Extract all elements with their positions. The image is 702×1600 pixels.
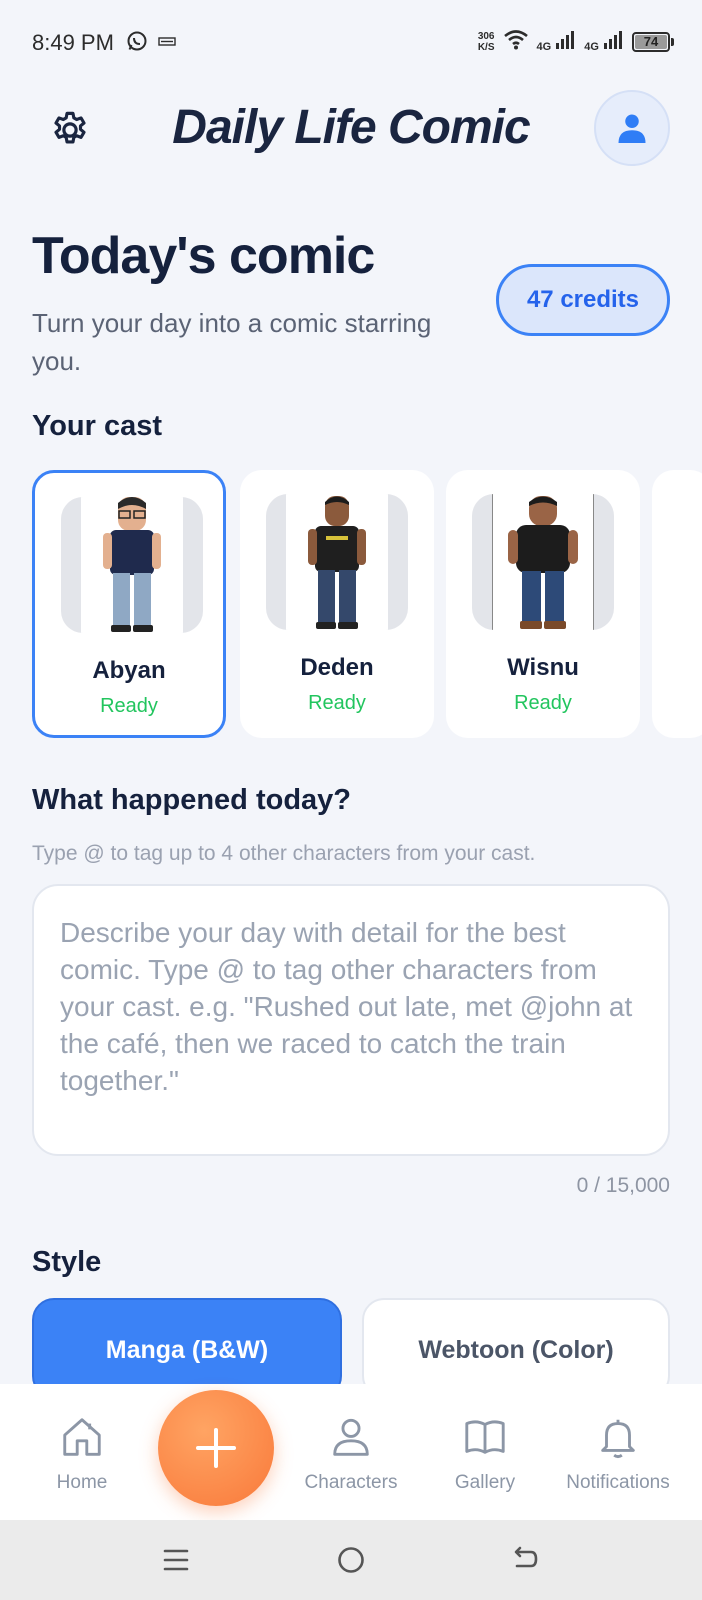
nav-label: Gallery xyxy=(454,1472,516,1493)
home-icon xyxy=(63,1418,101,1456)
signal-1: 4G xyxy=(537,30,577,53)
user-icon xyxy=(618,114,646,143)
nav-item-characters[interactable]: Characters xyxy=(286,1414,416,1494)
network-speed: 306 K/S xyxy=(478,31,495,53)
style-option-manga[interactable]: Manga (B&W) xyxy=(32,1298,342,1398)
character-avatar xyxy=(61,497,203,633)
network-type-2: 4G xyxy=(584,41,599,53)
system-nav-bar xyxy=(0,1520,702,1600)
cast-status: Ready xyxy=(514,692,572,714)
style-section-title: Style xyxy=(32,1246,102,1278)
cast-card-partial[interactable] xyxy=(652,470,702,738)
plus-icon xyxy=(196,1428,236,1468)
home-circle-icon[interactable] xyxy=(329,1538,373,1582)
story-hint: Type @ to tag up to 4 other characters f… xyxy=(32,842,536,865)
status-left-icons xyxy=(126,30,176,57)
cast-card-deden[interactable]: Deden Ready xyxy=(240,470,434,738)
profile-button[interactable] xyxy=(594,90,670,166)
back-icon[interactable] xyxy=(504,1538,548,1582)
user-icon xyxy=(333,1418,369,1456)
speed-value: 306 xyxy=(477,30,495,42)
bell-icon xyxy=(601,1419,635,1459)
nav-item-gallery[interactable]: Gallery xyxy=(420,1414,550,1494)
status-time: 8:49 PM xyxy=(32,30,114,55)
create-comic-button[interactable] xyxy=(158,1390,274,1506)
status-right: 306 K/S 4G 4G 74 xyxy=(478,28,674,55)
nav-item-notifications[interactable]: Notifications xyxy=(553,1414,683,1494)
page-subtitle: Turn your day into a comic starring you. xyxy=(32,308,432,376)
cast-section-title: Your cast xyxy=(32,410,163,442)
cast-list: Abyan Ready Deden Ready Wisnu Ready xyxy=(32,470,702,740)
bottom-nav: Home Characters Gallery Notifications xyxy=(0,1384,702,1520)
cast-card-abyan[interactable]: Abyan Ready xyxy=(32,470,226,738)
cast-name: Wisnu xyxy=(507,654,579,681)
signal-bars-icon xyxy=(556,31,575,49)
nav-label: Characters xyxy=(304,1472,398,1493)
cast-name: Abyan xyxy=(92,657,166,684)
bca-icon xyxy=(158,34,176,53)
credits-badge[interactable]: 47 credits xyxy=(496,264,670,336)
character-avatar xyxy=(266,494,408,630)
style-option-webtoon[interactable]: Webtoon (Color) xyxy=(362,1298,670,1398)
story-section-title: What happened today? xyxy=(32,784,351,816)
status-bar: 8:49 PM 306 K/S 4G 4G 74 xyxy=(0,0,702,88)
character-counter: 0 / 15,000 xyxy=(576,1174,670,1197)
speed-unit: K/S xyxy=(477,41,495,53)
network-type-1: 4G xyxy=(536,41,552,53)
character-avatar xyxy=(472,494,614,630)
signal-bars-icon xyxy=(604,31,622,49)
story-input[interactable] xyxy=(32,884,670,1156)
cast-status: Ready xyxy=(308,692,366,714)
nav-label: Home xyxy=(56,1472,108,1493)
page-title: Today's comic xyxy=(32,227,375,285)
menu-icon[interactable] xyxy=(154,1538,198,1582)
cast-card-wisnu[interactable]: Wisnu Ready xyxy=(446,470,640,738)
wifi-icon xyxy=(503,28,529,55)
battery-icon: 74 xyxy=(632,31,674,52)
nav-item-home[interactable]: Home xyxy=(17,1414,147,1494)
app-screen: 8:49 PM 306 K/S 4G 4G 74 Daily Life Comi… xyxy=(0,0,702,1600)
whatsapp-icon xyxy=(126,30,148,57)
battery-level: 74 xyxy=(635,34,667,49)
signal-2: 4G xyxy=(584,30,624,53)
nav-label: Notifications xyxy=(566,1472,670,1493)
cast-status: Ready xyxy=(100,695,158,717)
book-icon xyxy=(465,1420,505,1454)
cast-name: Deden xyxy=(300,654,374,681)
